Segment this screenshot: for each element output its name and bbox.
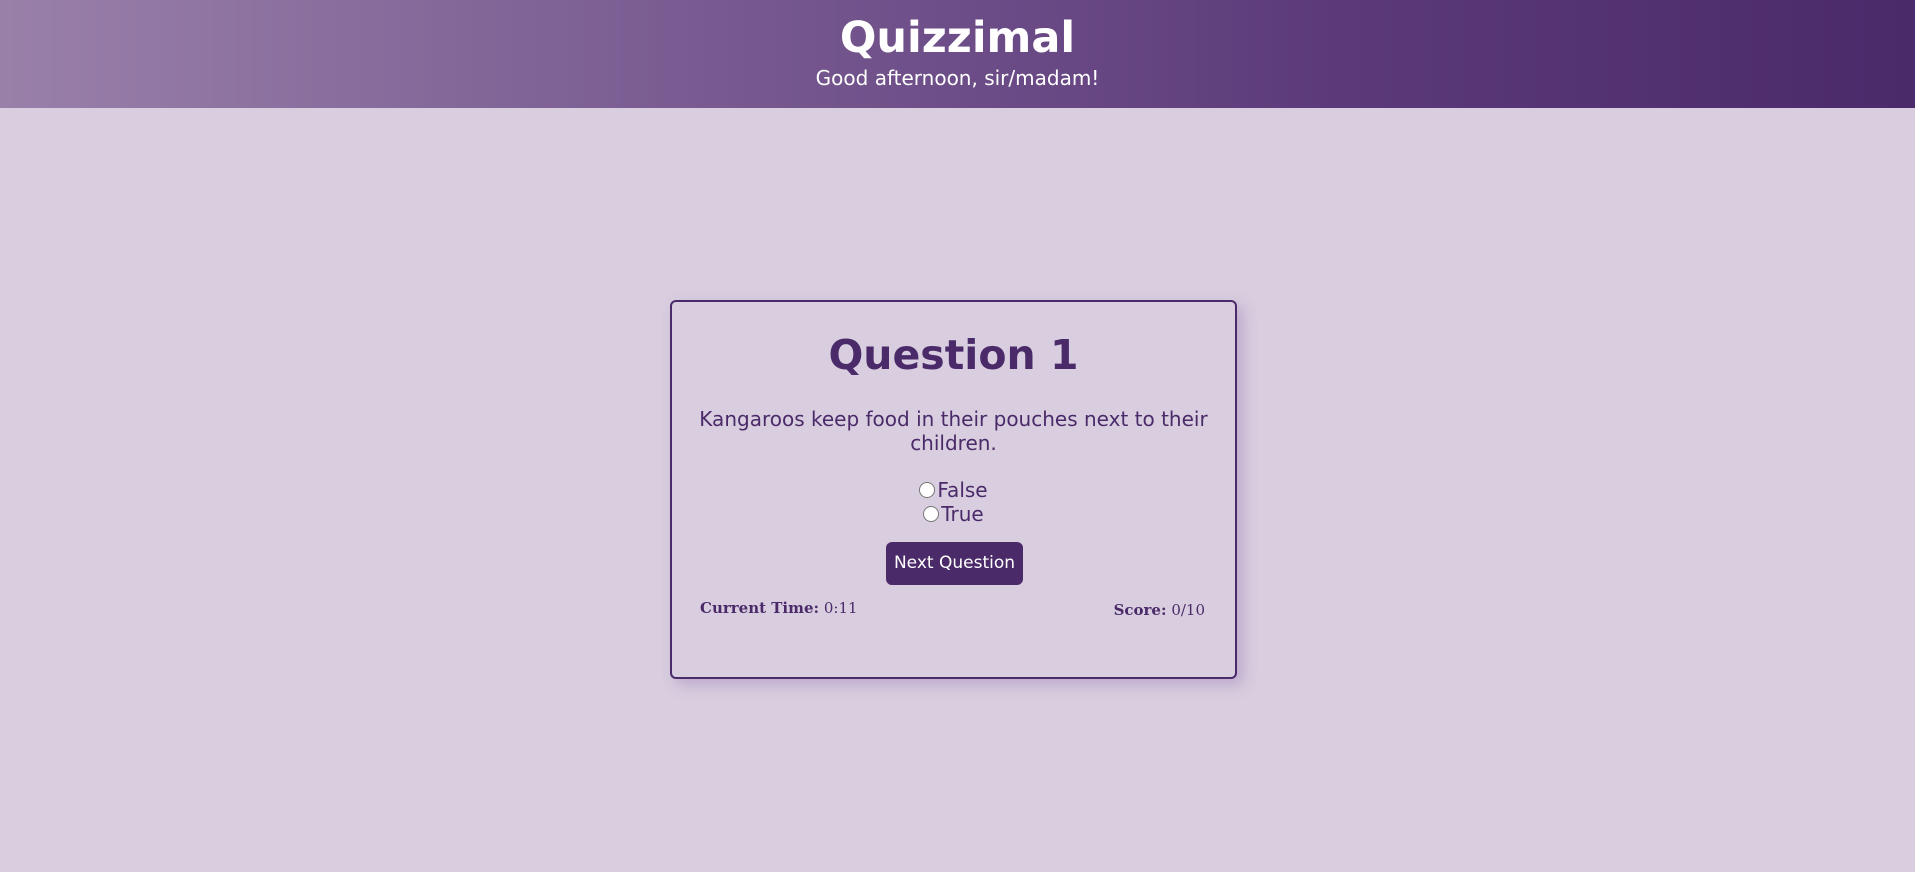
current-time: Current Time: 0:11 xyxy=(700,599,858,617)
option-true[interactable]: True xyxy=(672,502,1235,526)
score-label: Score: xyxy=(1113,601,1167,619)
option-false[interactable]: False xyxy=(672,478,1235,502)
question-text: Kangaroos keep food in their pouches nex… xyxy=(699,407,1208,455)
question-card: Question 1 Kangaroos keep food in their … xyxy=(670,300,1237,679)
option-true-radio[interactable] xyxy=(923,506,940,522)
app-title: Quizzimal xyxy=(839,13,1076,63)
option-false-label[interactable]: False xyxy=(937,478,987,502)
score-value: 0/10 xyxy=(1171,601,1205,619)
next-question-button[interactable]: Next Question xyxy=(886,542,1023,585)
score: Score: 0/10 xyxy=(1114,601,1205,619)
greeting-text: Good afternoon, sir/madam! xyxy=(815,66,1100,90)
answer-options: False True xyxy=(672,478,1235,526)
current-time-value: 0:11 xyxy=(823,599,858,617)
question-title: Question 1 xyxy=(828,331,1079,379)
app-header: Quizzimal Good afternoon, sir/madam! xyxy=(0,0,1915,108)
option-true-label[interactable]: True xyxy=(941,502,983,526)
current-time-label: Current Time: xyxy=(700,599,820,617)
option-false-radio[interactable] xyxy=(919,482,936,498)
